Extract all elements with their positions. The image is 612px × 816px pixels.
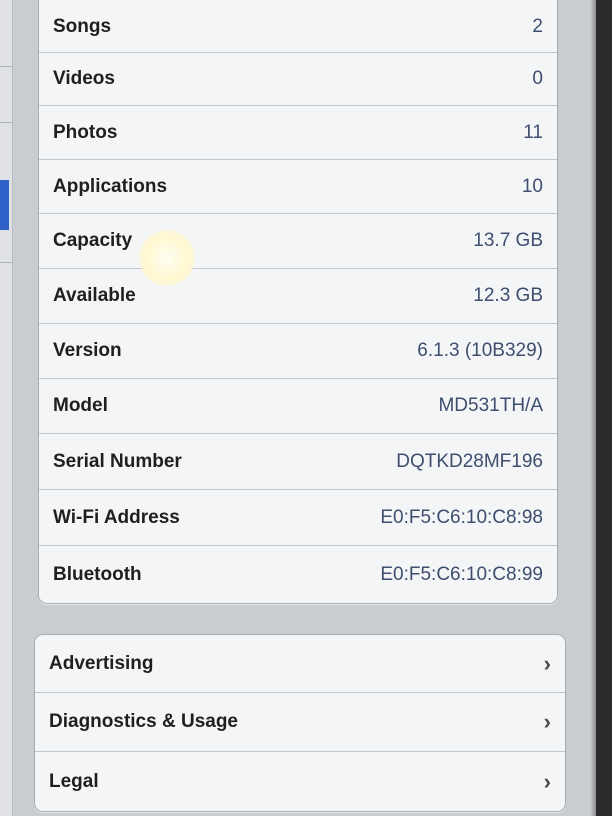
row-label: Model — [53, 395, 108, 416]
row-value: 2 — [532, 15, 543, 37]
row-value: 11 — [523, 121, 543, 143]
sidebar-divider — [0, 66, 12, 67]
row-label: Diagnostics & Usage — [49, 711, 238, 732]
sidebar-divider — [0, 262, 12, 263]
row-label: Applications — [53, 175, 168, 197]
row-value: 12.3 GB — [473, 285, 543, 306]
row-label: Capacity — [53, 230, 133, 251]
settings-sidebar — [0, 0, 13, 816]
about-row-serial-number: Serial Number DQTKD28MF196 — [39, 434, 557, 490]
row-label: Legal — [49, 770, 99, 792]
about-row-bluetooth: Bluetooth E0:F5:C6:10:C8:99 — [39, 546, 557, 603]
sidebar-divider — [0, 122, 12, 123]
row-value: DQTKD28MF196 — [396, 450, 543, 472]
about-row-applications: Applications 10 — [39, 160, 557, 214]
row-value: 0 — [532, 68, 543, 89]
row-value: 6.1.3 (10B329) — [417, 340, 543, 361]
about-row-model: Model MD531TH/A — [39, 379, 557, 434]
chevron-right-icon: › — [543, 768, 551, 794]
about-row-version: Version 6.1.3 (10B329) — [39, 324, 557, 379]
row-label: Photos — [53, 121, 118, 143]
row-label: Version — [53, 340, 122, 361]
about-row-available: Available 12.3 GB — [39, 269, 557, 324]
chevron-right-icon: › — [543, 650, 551, 676]
about-row-photos: Photos 11 — [39, 106, 557, 160]
about-row-capacity: Capacity 13.7 GB — [39, 214, 557, 269]
row-value: 13.7 GB — [473, 230, 543, 251]
about-row-wifi-address: Wi-Fi Address E0:F5:C6:10:C8:98 — [39, 490, 557, 546]
legal-row[interactable]: Legal › — [35, 752, 565, 811]
row-value: E0:F5:C6:10:C8:98 — [380, 506, 543, 528]
row-value: 10 — [521, 175, 543, 197]
row-label: Wi-Fi Address — [53, 506, 180, 528]
row-value: MD531TH/A — [438, 395, 543, 416]
about-row-songs: Songs 2 — [39, 1, 557, 53]
device-bezel — [590, 0, 612, 816]
sidebar-selected-item[interactable] — [0, 180, 9, 230]
row-label: Advertising — [49, 652, 154, 674]
row-label: Available — [53, 285, 136, 306]
about-row-videos: Videos 0 — [39, 53, 557, 106]
row-label: Bluetooth — [53, 563, 142, 585]
row-label: Videos — [53, 68, 115, 89]
about-info-group: Songs 2 Videos 0 Photos 11 Applications … — [38, 0, 558, 604]
about-links-group: Advertising › Diagnostics & Usage › Lega… — [34, 634, 566, 812]
row-label: Serial Number — [53, 450, 182, 472]
chevron-right-icon: › — [543, 709, 551, 734]
row-value: E0:F5:C6:10:C8:99 — [380, 563, 543, 585]
advertising-row[interactable]: Advertising › — [35, 635, 565, 693]
row-label: Songs — [53, 15, 112, 37]
diagnostics-usage-row[interactable]: Diagnostics & Usage › — [35, 693, 565, 752]
